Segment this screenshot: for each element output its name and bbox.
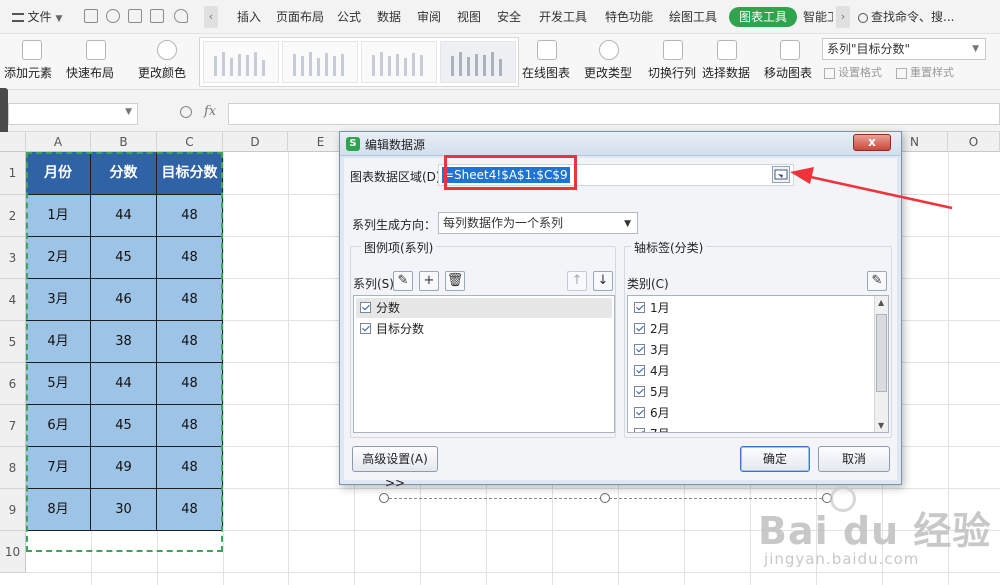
baidu-jingyan-watermark: Bai du 经验 jingyan.baidu.com	[756, 486, 996, 581]
annotation-arrow-head	[790, 167, 814, 184]
annotation-arrow-shaft	[805, 174, 953, 210]
watermark-url-text: jingyan.baidu.com	[764, 550, 920, 568]
watermark-main-text: Bai du 经验	[758, 509, 992, 553]
